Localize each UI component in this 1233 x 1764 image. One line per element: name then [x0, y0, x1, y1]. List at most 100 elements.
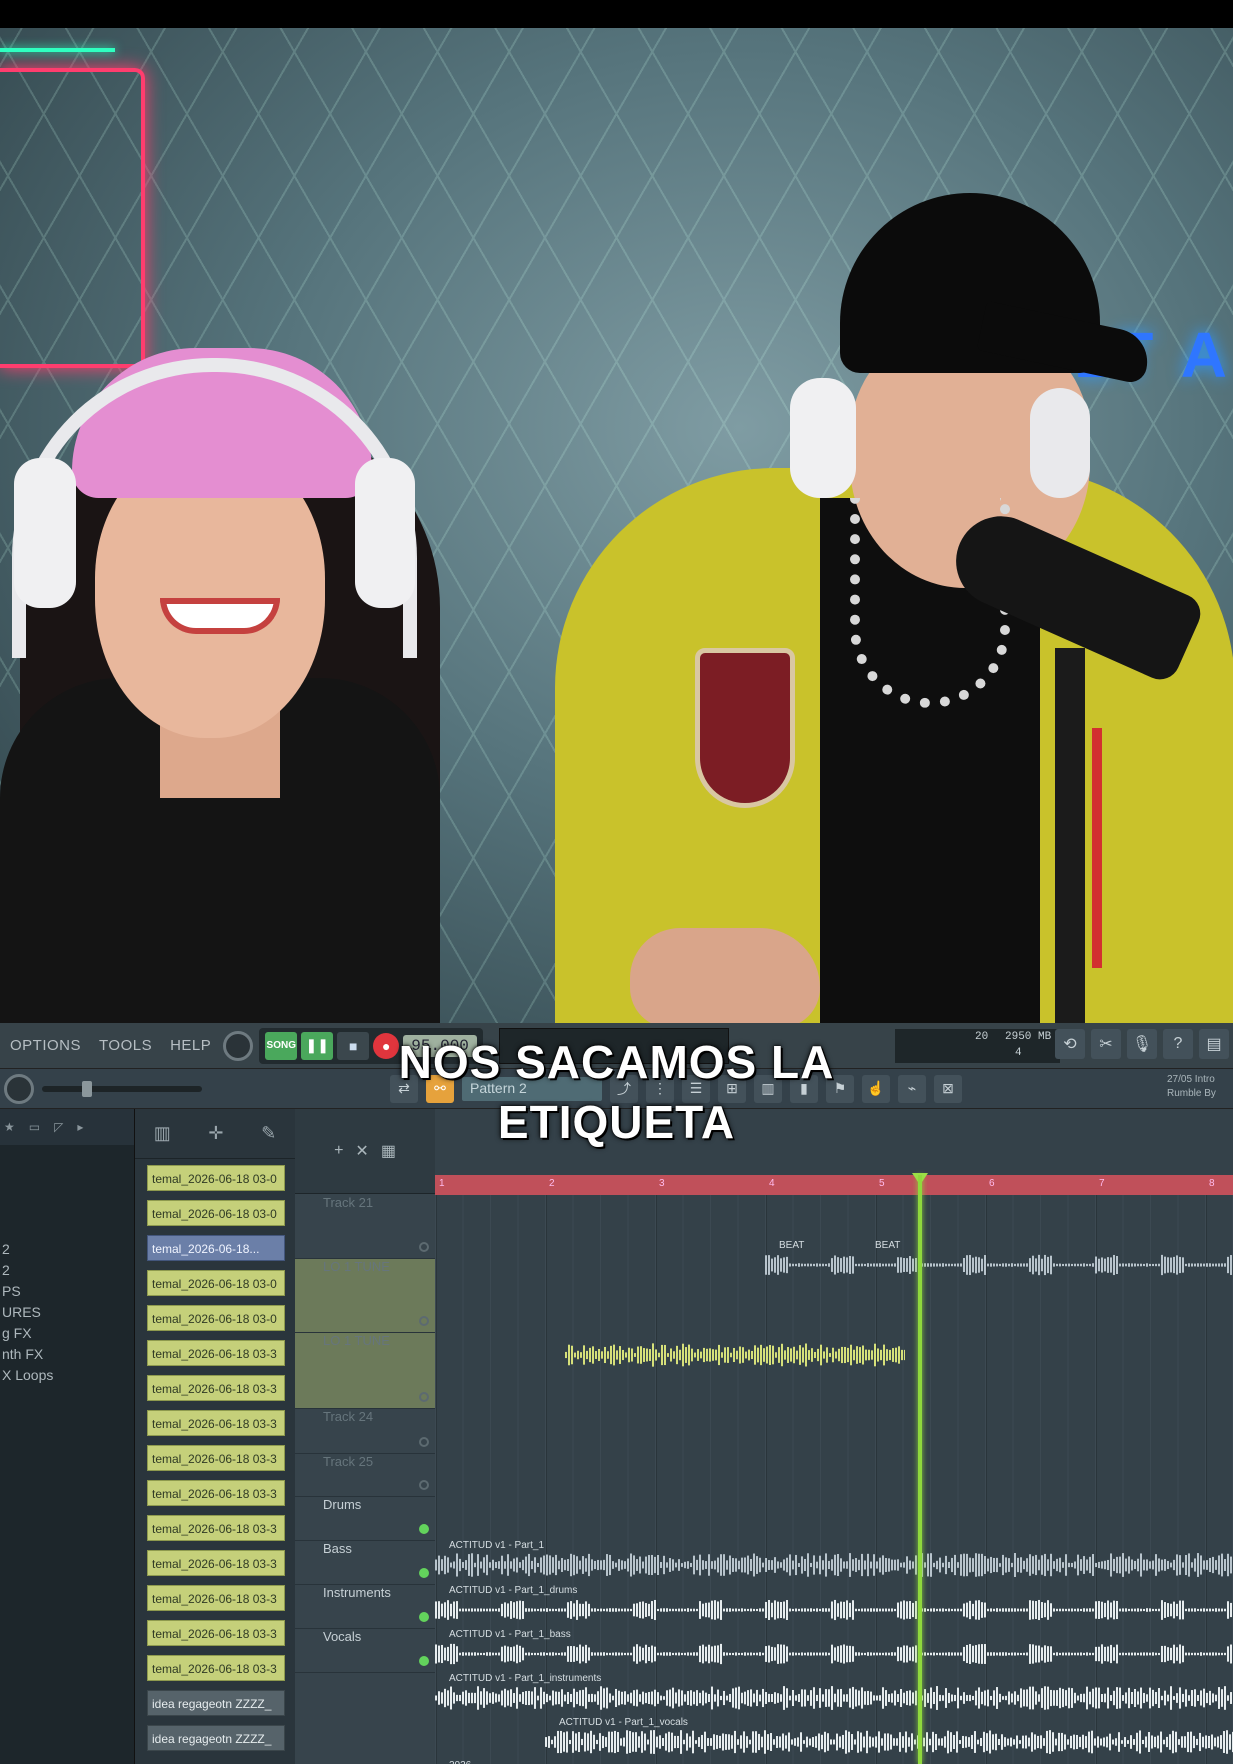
clip-item[interactable]: temal_2026-06-18 03-3: [147, 1340, 285, 1366]
track-mute-led[interactable]: [419, 1392, 429, 1402]
clip-item[interactable]: temal_2026-06-18 03-0: [147, 1200, 285, 1226]
audio-clip[interactable]: ACTITUD v1 - Part_1_instruments: [435, 1672, 1233, 1712]
track-mute-led[interactable]: [419, 1480, 429, 1490]
wave-sample: [603, 1688, 605, 1708]
headphone-cup-right: [355, 458, 415, 608]
audio-clip[interactable]: BEAT BEAT: [765, 1239, 1233, 1279]
clip-item[interactable]: temal_2026-06-18 03-3: [147, 1655, 285, 1681]
track-header[interactable]: LO 1 TUNE: [295, 1333, 435, 1409]
wave-sample: [773, 1739, 775, 1745]
wave-sample: [1119, 1263, 1121, 1267]
track-mute-led[interactable]: [419, 1242, 429, 1252]
wave-sample: [834, 1647, 836, 1661]
wave-sample: [753, 1553, 755, 1577]
track-header[interactable]: Bass: [295, 1541, 435, 1585]
track-header[interactable]: Drums: [295, 1497, 435, 1541]
wave-sample: [678, 1652, 680, 1656]
browser-item[interactable]: URES: [0, 1302, 53, 1323]
track-mute-led[interactable]: [419, 1437, 429, 1447]
wave-sample: [712, 1349, 714, 1361]
audio-clip[interactable]: [565, 1329, 905, 1369]
wave-sample: [864, 1652, 866, 1656]
wave-sample: [867, 1690, 869, 1706]
audio-clip[interactable]: 2026: [435, 1759, 1233, 1764]
track-header[interactable]: Vocals: [295, 1629, 435, 1673]
browser-item[interactable]: 2: [0, 1239, 53, 1260]
clip-item[interactable]: temal_2026-06-18 03-3: [147, 1585, 285, 1611]
track-header[interactable]: Instruments: [295, 1585, 435, 1629]
timeline-ruler[interactable]: 12345678: [435, 1175, 1233, 1195]
clip-item[interactable]: temal_2026-06-18 03-3: [147, 1445, 285, 1471]
track-mute-led[interactable]: [419, 1656, 429, 1666]
wave-sample: [885, 1263, 887, 1267]
clip-item[interactable]: temal_2026-06-18 03-0: [147, 1305, 285, 1331]
waveform-holder: [435, 1642, 1233, 1668]
wave-sample: [941, 1738, 943, 1746]
track-mute-led[interactable]: [419, 1316, 429, 1326]
wave-sample: [780, 1644, 782, 1664]
track-mute-led[interactable]: [419, 1568, 429, 1578]
wave-sample: [640, 1346, 642, 1364]
clip-item[interactable]: temal_2026-06-18 03-3: [147, 1480, 285, 1506]
track-mute-led[interactable]: [419, 1612, 429, 1622]
wave-sample: [1005, 1263, 1007, 1267]
wave-sample: [888, 1694, 890, 1702]
ruler-tick: 3: [659, 1178, 665, 1189]
browser-item[interactable]: PS: [0, 1281, 53, 1302]
track-header[interactable]: Track 21: [295, 1195, 435, 1259]
wave-sample: [747, 1652, 749, 1656]
clip-item[interactable]: temal_2026-06-18 03-0: [147, 1270, 285, 1296]
clip-item[interactable]: temal_2026-06-18 03-3: [147, 1550, 285, 1576]
wave-sample: [1032, 1600, 1034, 1620]
wave-sample: [765, 1646, 767, 1662]
track-header[interactable]: LO 1 TUNE: [295, 1259, 435, 1333]
wave-sample: [601, 1351, 603, 1359]
clip-item[interactable]: temal_2026-06-18 03-3: [147, 1620, 285, 1646]
wave-sample: [873, 1652, 875, 1656]
clip-item[interactable]: idea regageotn ZZZZ_: [147, 1690, 285, 1716]
wave-sample: [558, 1608, 560, 1612]
wave-sample: [558, 1652, 560, 1656]
clip-item[interactable]: idea regageotn ZZZZ_: [147, 1725, 285, 1751]
audio-clip[interactable]: ACTITUD v1 - Part_1: [435, 1539, 1233, 1579]
wave-sample: [1155, 1263, 1157, 1267]
audio-clip[interactable]: ACTITUD v1 - Part_1_drums: [435, 1584, 1233, 1624]
wave-sample: [866, 1730, 868, 1754]
wave-sample: [721, 1352, 723, 1358]
wave-sample: [1103, 1737, 1105, 1747]
browser-item[interactable]: nth FX: [0, 1344, 53, 1365]
wave-sample: [1040, 1735, 1042, 1749]
wave-sample: [771, 1602, 773, 1618]
wave-sample: [1161, 1645, 1163, 1663]
track-header[interactable]: Track 25: [295, 1454, 435, 1497]
wave-sample: [768, 1600, 770, 1620]
wave-sample: [591, 1693, 593, 1703]
playhead[interactable]: [918, 1175, 922, 1764]
wave-sample: [581, 1738, 583, 1746]
clip-item[interactable]: temal_2026-06-18 03-3: [147, 1375, 285, 1401]
wave-sample: [525, 1556, 527, 1574]
clip-item[interactable]: temal_2026-06-18...: [147, 1235, 285, 1261]
wave-sample: [865, 1349, 867, 1361]
wave-sample: [854, 1739, 856, 1745]
wave-sample: [914, 1739, 916, 1745]
wave-sample: [698, 1737, 700, 1747]
wave-sample: [600, 1608, 602, 1612]
clip-item[interactable]: temal_2026-06-18 03-3: [147, 1515, 285, 1541]
track-header[interactable]: Track 24: [295, 1409, 435, 1454]
wave-sample: [564, 1608, 566, 1612]
wave-sample: [900, 1647, 902, 1661]
browser-item[interactable]: 2: [0, 1260, 53, 1281]
audio-clip[interactable]: ACTITUD v1 - Part_1_vocals: [545, 1716, 1233, 1756]
clip-item[interactable]: temal_2026-06-18 03-0: [147, 1165, 285, 1191]
audio-clip[interactable]: ACTITUD v1 - Part_1_bass: [435, 1628, 1233, 1668]
browser-item[interactable]: g FX: [0, 1323, 53, 1344]
wave-sample: [897, 1694, 899, 1702]
track-mute-led[interactable]: [419, 1524, 429, 1534]
wave-sample: [903, 1562, 905, 1568]
browser-item[interactable]: X Loops: [0, 1365, 53, 1386]
wave-sample: [1107, 1646, 1109, 1662]
wave-sample: [718, 1344, 720, 1366]
wave-sample: [1212, 1263, 1214, 1267]
clip-item[interactable]: temal_2026-06-18 03-3: [147, 1410, 285, 1436]
